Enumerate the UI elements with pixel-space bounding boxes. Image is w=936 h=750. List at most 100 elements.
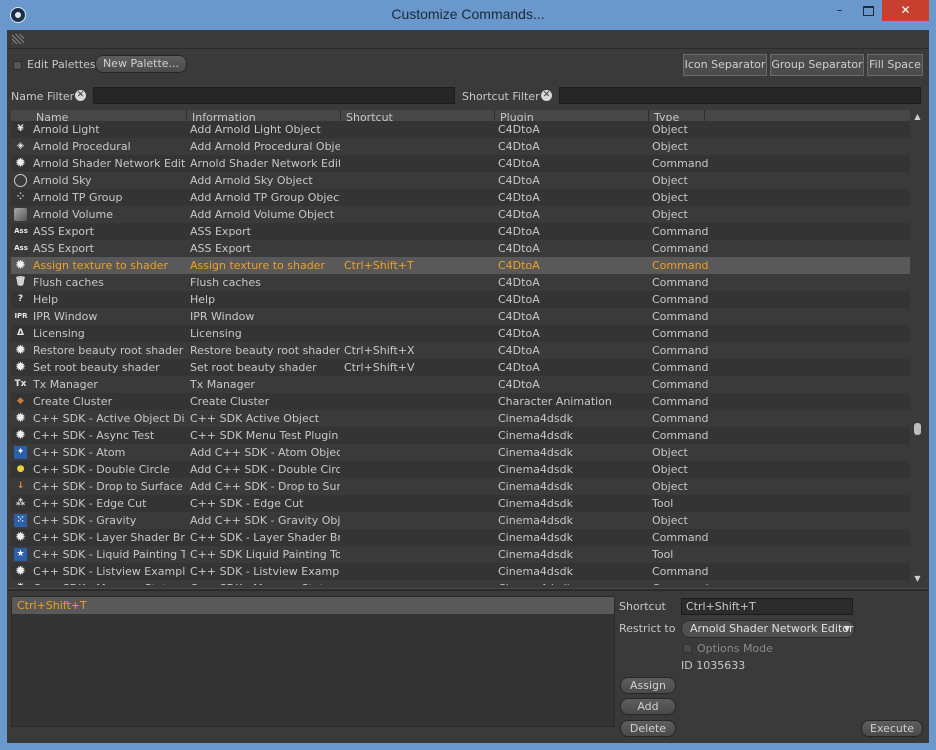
table-row-selected[interactable]: ✹ Assign texture to shader Assign texture … bbox=[11, 257, 910, 274]
table-row[interactable]: ✹ C++ SDK - Active Object Dialog C++ SDK A… bbox=[11, 410, 910, 427]
table-row[interactable]: ⁂ C++ SDK - Edge Cut C++ SDK - Edge Cut Cin… bbox=[11, 495, 910, 512]
add-button[interactable]: Add bbox=[620, 698, 676, 715]
cell-plugin: Cinema4dsdk bbox=[498, 429, 573, 442]
table-row[interactable]: Ass ASS Export ASS Export C4DtoA Command bbox=[11, 223, 910, 240]
shortcut-filter-label: Shortcut Filter bbox=[462, 90, 540, 103]
new-palette-button[interactable]: New Palette... bbox=[95, 55, 187, 73]
gear-icon: ✹ bbox=[14, 582, 27, 585]
cell-type: Command bbox=[652, 429, 709, 442]
edit-palettes-label: Edit Palettes bbox=[27, 58, 96, 71]
shortcut-label: Shortcut bbox=[619, 600, 666, 613]
cell-name: Arnold Procedural bbox=[33, 140, 131, 153]
clear-shortcut-filter-icon[interactable]: ✕ bbox=[541, 90, 552, 101]
table-row[interactable]: ✹ C++ SDK - Async Test C++ SDK Menu Test P… bbox=[11, 427, 910, 444]
cell-plugin: C4DtoA bbox=[498, 242, 540, 255]
ass-icon: Ass bbox=[14, 244, 28, 252]
cell-plugin: C4DtoA bbox=[498, 157, 540, 170]
cell-info: Add C++ SDK - Atom Object bbox=[190, 446, 340, 459]
cell-plugin: C4DtoA bbox=[498, 344, 540, 357]
clear-name-filter-icon[interactable]: ✕ bbox=[75, 90, 86, 101]
cell-type: Command bbox=[652, 327, 709, 340]
table-row[interactable]: ¥ Arnold Light Add Arnold Light Object C4Dt… bbox=[11, 121, 910, 138]
command-list-scrollbar[interactable]: ▲ ▼ bbox=[911, 110, 924, 585]
edit-palettes-checkbox[interactable] bbox=[13, 61, 22, 70]
close-button[interactable]: ✕ bbox=[882, 0, 929, 21]
cell-name: C++ SDK - Liquid Painting Tool bbox=[33, 548, 185, 561]
table-row[interactable]: Ass ASS Export ASS Export C4DtoA Command bbox=[11, 240, 910, 257]
cell-type: Tool bbox=[652, 548, 674, 561]
execute-button[interactable]: Execute bbox=[861, 720, 923, 737]
drop-icon: ↓ bbox=[16, 481, 25, 491]
cell-name: C++ SDK - Drop to Surface Effector bbox=[33, 480, 185, 493]
cell-shortcut: Ctrl+Shift+X bbox=[344, 344, 415, 357]
cell-name: C++ SDK - Layer Shader Browser bbox=[33, 531, 185, 544]
table-row[interactable]: ● C++ SDK - Double Circle Add C++ SDK - Do… bbox=[11, 461, 910, 478]
cell-type: Object bbox=[652, 174, 688, 187]
table-row[interactable]: Δ Licensing Licensing C4DtoA Command bbox=[11, 325, 910, 342]
shortcut-filter-input[interactable] bbox=[559, 87, 921, 104]
table-row[interactable]: ◈ Arnold Procedural Add Arnold Procedural … bbox=[11, 138, 910, 155]
table-row[interactable]: ★ C++ SDK - Liquid Painting Tool C++ SDK L… bbox=[11, 546, 910, 563]
table-row[interactable]: ↓ C++ SDK - Drop to Surface Effector Add C… bbox=[11, 478, 910, 495]
name-filter-input[interactable] bbox=[93, 87, 455, 104]
options-mode-checkbox[interactable] bbox=[683, 644, 692, 653]
circle-icon: ● bbox=[16, 464, 25, 474]
arnold-procedural-icon: ◈ bbox=[17, 141, 24, 151]
table-row[interactable]: IPR IPR Window IPR Window C4DtoA Command bbox=[11, 308, 910, 325]
cell-type: Command bbox=[652, 378, 709, 391]
cell-name: Arnold Volume bbox=[33, 208, 114, 221]
cell-plugin: C4DtoA bbox=[498, 327, 540, 340]
table-row[interactable]: Tx Tx Manager Tx Manager C4DtoA Command bbox=[11, 376, 910, 393]
cell-info: Set root beauty shader bbox=[190, 361, 317, 374]
cell-type: Object bbox=[652, 140, 688, 153]
table-row[interactable]: ✹ Arnold Shader Network Editor Arnold Shad… bbox=[11, 155, 910, 172]
panel-divider[interactable] bbox=[7, 588, 929, 591]
table-row[interactable]: ✦ C++ SDK - Atom Add C++ SDK - Atom Object… bbox=[11, 444, 910, 461]
table-row[interactable]: ⁙ C++ SDK - Gravity Add C++ SDK - Gravity … bbox=[11, 512, 910, 529]
group-separator-button[interactable]: Group Separator bbox=[770, 54, 864, 76]
shortcut-list-item[interactable]: Ctrl+Shift+T bbox=[12, 597, 614, 614]
cell-plugin: Cinema4dsdk bbox=[498, 446, 573, 459]
table-row[interactable]: ✹ C++ SDK - Memory Stat C++ SDK - Memory S… bbox=[11, 580, 910, 585]
cell-plugin: Cinema4dsdk bbox=[498, 580, 648, 585]
table-row[interactable]: ◆ Create Cluster Create Cluster Character A… bbox=[11, 393, 910, 410]
scroll-down-icon[interactable]: ▼ bbox=[913, 574, 922, 583]
window-title: Customize Commands... bbox=[391, 6, 545, 22]
cell-info: Help bbox=[190, 293, 216, 306]
shortcut-input[interactable]: Ctrl+Shift+T bbox=[681, 598, 853, 615]
cell-info: Add Arnold Procedural Object bbox=[190, 140, 340, 153]
table-row[interactable]: Arnold Volume Add Arnold Volume Object C4D… bbox=[11, 206, 910, 223]
table-row[interactable]: 🗑 Flush caches Flush caches C4DtoA Command bbox=[11, 274, 910, 291]
icon-separator-button[interactable]: Icon Separator bbox=[683, 54, 767, 76]
cell-type: Command bbox=[652, 395, 709, 408]
scroll-thumb[interactable] bbox=[914, 423, 921, 435]
tp-group-icon: ⁘ bbox=[16, 192, 25, 202]
cell-info: Restore beauty root shader bbox=[190, 344, 340, 357]
table-row[interactable]: ⁘ Arnold TP Group Add Arnold TP Group Obje… bbox=[11, 189, 910, 206]
cell-plugin: C4DtoA bbox=[498, 208, 540, 221]
table-row[interactable]: ✹ C++ SDK - Listview Example C++ SDK - Lis… bbox=[11, 563, 910, 580]
cell-type: Object bbox=[652, 480, 688, 493]
table-row[interactable]: Arnold Sky Add Arnold Sky Object C4DtoA Obj… bbox=[11, 172, 910, 189]
scroll-up-icon[interactable]: ▲ bbox=[913, 112, 922, 121]
fill-space-button[interactable]: Fill Space bbox=[867, 54, 923, 76]
cell-plugin: C4DtoA bbox=[498, 225, 540, 238]
gear-icon: ✹ bbox=[15, 258, 26, 273]
table-row[interactable]: ✹ Set root beauty shader Set root beauty s… bbox=[11, 359, 910, 376]
cell-name: C++ SDK - Edge Cut bbox=[33, 497, 147, 510]
restrict-to-dropdown[interactable]: Arnold Shader Network Editor ▼ bbox=[681, 620, 855, 638]
minimize-button[interactable]: – bbox=[826, 0, 853, 21]
delete-button[interactable]: Delete bbox=[620, 720, 676, 737]
table-row[interactable]: ✹ Restore beauty root shader Restore beaut… bbox=[11, 342, 910, 359]
cell-type: Object bbox=[652, 514, 688, 527]
cell-name: Tx Manager bbox=[33, 378, 98, 391]
star-icon: ★ bbox=[14, 548, 27, 561]
cell-info: Add C++ SDK - Double Circle bbox=[190, 463, 340, 476]
table-row[interactable]: ✹ C++ SDK - Layer Shader Browser C++ SDK -… bbox=[11, 529, 910, 546]
menu-grip-icon[interactable] bbox=[12, 34, 24, 44]
assign-button[interactable]: Assign bbox=[620, 677, 676, 694]
cell-plugin: C4DtoA bbox=[498, 276, 540, 289]
cell-type: Command bbox=[652, 310, 709, 323]
maximize-button[interactable] bbox=[855, 0, 882, 21]
table-row[interactable]: ? Help Help C4DtoA Command bbox=[11, 291, 910, 308]
